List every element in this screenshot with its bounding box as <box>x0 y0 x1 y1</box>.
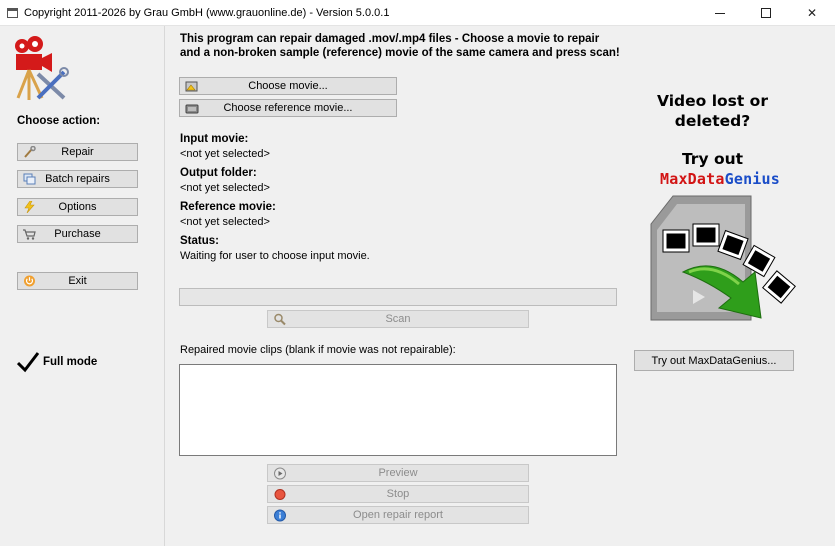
full-mode-label: Full mode <box>43 356 98 368</box>
input-movie-value: <not yet selected> <box>180 148 270 160</box>
app-window-icon <box>7 8 18 18</box>
brand-part-2: Genius <box>724 170 780 188</box>
main-panel: This program can repair damaged .mov/.mp… <box>165 26 625 546</box>
play-icon <box>273 467 287 480</box>
output-folder-value: <not yet selected> <box>180 182 270 194</box>
minimize-icon <box>715 12 725 14</box>
input-movie-label: Input movie: <box>180 133 249 145</box>
choose-reference-label: Choose reference movie... <box>223 102 353 114</box>
app-logo-icon <box>15 36 69 100</box>
wrench-icon <box>23 146 36 158</box>
license-mode: Full mode <box>17 351 97 373</box>
try-maxdatagenius-button[interactable]: Try out MaxDataGenius... <box>634 350 794 371</box>
batch-repairs-button[interactable]: Batch repairs <box>17 170 138 188</box>
purchase-label: Purchase <box>54 228 101 240</box>
options-icon <box>23 201 36 213</box>
batch-repairs-label: Batch repairs <box>45 173 110 185</box>
reference-movie-icon <box>185 102 199 115</box>
info-icon <box>273 509 287 522</box>
maximize-icon <box>761 8 771 18</box>
promo-headline: Video lost or deleted? <box>625 91 800 131</box>
promo-line-2: deleted? <box>674 112 751 130</box>
choose-reference-button[interactable]: Choose reference movie... <box>179 99 397 117</box>
power-icon <box>23 275 36 287</box>
cart-icon <box>23 228 36 240</box>
reference-movie-label: Reference movie: <box>180 201 276 213</box>
close-icon: ✕ <box>806 6 818 20</box>
scan-progress-bar <box>179 288 617 306</box>
intro-text: This program can repair damaged .mov/.mp… <box>180 33 620 59</box>
open-repair-report-button[interactable]: Open repair report <box>267 506 529 524</box>
exit-label: Exit <box>68 275 87 287</box>
scan-label: Scan <box>385 313 411 325</box>
repaired-clips-label: Repaired movie clips (blank if movie was… <box>180 344 456 356</box>
status-label: Status: <box>180 235 219 247</box>
minimize-button[interactable] <box>697 0 743 26</box>
try-maxdatagenius-label: Try out MaxDataGenius... <box>651 354 777 367</box>
promo-try-out: Try out <box>681 150 744 168</box>
choose-movie-button[interactable]: Choose movie... <box>179 77 397 95</box>
scan-button[interactable]: Scan <box>267 310 529 328</box>
maximize-button[interactable] <box>743 0 789 26</box>
options-button[interactable]: Options <box>17 198 138 216</box>
window-title: Copyright 2011-2026 by Grau GmbH (www.gr… <box>24 7 390 19</box>
reference-movie-value: <not yet selected> <box>180 216 270 228</box>
title-bar: Copyright 2011-2026 by Grau GmbH (www.gr… <box>0 0 835 26</box>
repair-button-label: Repair <box>61 146 94 158</box>
open-repair-report-label: Open repair report <box>353 509 443 521</box>
preview-button[interactable]: Preview <box>267 464 529 482</box>
output-folder-label: Output folder: <box>180 167 257 179</box>
batch-icon <box>23 173 36 185</box>
options-label: Options <box>58 201 97 213</box>
movie-file-icon <box>185 80 199 93</box>
stop-button[interactable]: Stop <box>267 485 529 503</box>
stop-label: Stop <box>386 488 410 500</box>
preview-label: Preview <box>378 467 418 479</box>
video-recovery-illustration[interactable] <box>643 194 803 342</box>
exit-button[interactable]: Exit <box>17 272 138 290</box>
stop-icon <box>273 488 287 501</box>
close-button[interactable]: ✕ <box>789 0 835 26</box>
repaired-clips-list[interactable] <box>179 364 617 456</box>
checkmark-icon <box>17 352 39 373</box>
scan-icon <box>273 313 287 326</box>
sidebar: Choose action: Repair Batch repairs Opti… <box>0 26 165 546</box>
promo-brand-name: MaxDataGenius <box>625 170 815 188</box>
promo-panel: Video lost or deleted? Try out MaxDataGe… <box>625 26 835 546</box>
brand-part-1: MaxData <box>659 170 725 188</box>
choose-action-heading: Choose action: <box>17 115 101 127</box>
choose-movie-label: Choose movie... <box>248 80 328 92</box>
repair-button[interactable]: Repair <box>17 143 138 161</box>
status-value: Waiting for user to choose input movie. <box>180 250 370 262</box>
promo-line-1: Video lost or <box>657 92 768 110</box>
purchase-button[interactable]: Purchase <box>17 225 138 243</box>
